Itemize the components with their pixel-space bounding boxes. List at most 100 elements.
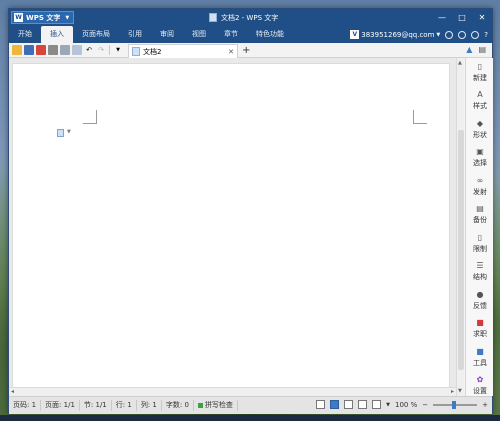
link-icon: ∞ bbox=[476, 175, 484, 185]
select-icon: ▣ bbox=[476, 147, 484, 157]
zoom-level[interactable]: 100 % bbox=[395, 401, 417, 409]
document-icon bbox=[209, 13, 217, 22]
scroll-left-icon[interactable]: ◂ bbox=[11, 388, 14, 395]
taskpane-feedback[interactable]: ● 反馈 bbox=[466, 286, 494, 315]
new-tab-button[interactable]: + bbox=[242, 45, 250, 56]
horizontal-scrollbar[interactable]: ◂ ▸ bbox=[9, 387, 456, 396]
chevron-down-icon: ▼ bbox=[67, 129, 71, 135]
taskpane-backup[interactable]: ▤ 备份 bbox=[466, 201, 494, 230]
taskpane-job[interactable]: ■ 求职 bbox=[466, 315, 494, 344]
status-words[interactable]: 字数: 0 bbox=[162, 400, 194, 411]
taskpane-label: 发射 bbox=[473, 187, 487, 196]
status-bar: 页码: 1 页面: 1/1 节: 1/1 行: 1 列: 1 字数: 0 拼写检… bbox=[9, 396, 492, 414]
taskpane-label: 限制 bbox=[473, 244, 487, 253]
check-icon bbox=[197, 403, 203, 408]
status-pages: 页面: 1/1 bbox=[41, 400, 80, 411]
scroll-right-icon[interactable]: ▸ bbox=[451, 388, 454, 395]
document-area: ▼ bbox=[9, 58, 456, 396]
paragraph-options-icon[interactable] bbox=[57, 129, 64, 137]
taskpane-label: 工具 bbox=[473, 358, 487, 367]
window-title: 文档2 - WPS 文字 bbox=[209, 9, 278, 26]
collapse-ribbon-icon[interactable] bbox=[471, 30, 480, 39]
spellcheck-label: 拼写检查 bbox=[204, 401, 233, 409]
taskpane-label: 设置 bbox=[473, 387, 487, 396]
close-button[interactable]: ✕ bbox=[472, 9, 492, 26]
page-view-icon[interactable] bbox=[330, 400, 340, 409]
open-folder-icon[interactable] bbox=[12, 45, 22, 55]
zoom-slider[interactable] bbox=[433, 400, 478, 409]
taskpane-new[interactable]: ▯ 新建 bbox=[466, 58, 494, 87]
taskpane-style[interactable]: A 样式 bbox=[466, 87, 494, 116]
menu-view[interactable]: 视图 bbox=[183, 26, 215, 43]
document-page[interactable]: ▼ bbox=[12, 63, 450, 396]
user-account[interactable]: V 383951269@qq.com ▼ bbox=[350, 30, 440, 39]
status-col: 列: 1 bbox=[137, 400, 162, 411]
taskpane-structure[interactable]: ☰ 结构 bbox=[466, 258, 494, 287]
menu-references[interactable]: 引用 bbox=[119, 26, 151, 43]
job-icon: ■ bbox=[476, 318, 484, 328]
title-bar: W WPS 文字 ▼ 文档2 - WPS 文字 — □ ✕ bbox=[9, 9, 492, 26]
taskpane-select[interactable]: ▣ 选择 bbox=[466, 144, 494, 173]
spellcheck-toggle[interactable]: 拼写检查 bbox=[194, 400, 238, 411]
settings-icon: ✿ bbox=[476, 375, 484, 385]
taskpane-send[interactable]: ∞ 发射 bbox=[466, 172, 494, 201]
scroll-up-icon[interactable]: ▲ bbox=[458, 60, 462, 66]
menu-right: V 383951269@qq.com ▼ ? bbox=[350, 26, 488, 43]
scroll-thumb[interactable] bbox=[458, 130, 464, 370]
menu-chapter[interactable]: 章节 bbox=[215, 26, 247, 43]
print-icon[interactable] bbox=[48, 45, 58, 55]
skin-icon[interactable] bbox=[445, 30, 454, 39]
taskpane-tools[interactable]: ■ 工具 bbox=[466, 343, 494, 372]
app-menu-button[interactable]: W WPS 文字 ▼ bbox=[11, 11, 75, 24]
zoom-out-icon[interactable]: − bbox=[422, 401, 428, 409]
task-pane: ▯ 新建 A 样式 ◆ 形状 ▣ 选择 ∞ 发射 ▤ 备份 ▯ 限制 ☰ 结构 bbox=[465, 58, 493, 396]
style-icon: A bbox=[477, 90, 483, 100]
eye-protect-icon[interactable] bbox=[316, 400, 326, 409]
reading-view-icon[interactable] bbox=[344, 400, 354, 409]
help-button[interactable]: ? bbox=[484, 31, 488, 39]
wps-window: W WPS 文字 ▼ 文档2 - WPS 文字 — □ ✕ 开始 插入 页面布局… bbox=[8, 8, 493, 414]
taskpane-restrict[interactable]: ▯ 限制 bbox=[466, 229, 494, 258]
close-tab-icon[interactable]: ✕ bbox=[228, 48, 234, 56]
window-controls: — □ ✕ bbox=[432, 9, 492, 26]
maximize-button[interactable]: □ bbox=[452, 9, 472, 26]
quick-access-toolbar: ↶ ↷ ▼ 文档2 ✕ + ▲ ▤ bbox=[9, 43, 492, 58]
vertical-scrollbar[interactable]: ▲ ▼ bbox=[456, 58, 464, 396]
status-right: ▼ 100 % − + bbox=[316, 400, 488, 409]
layout-icon[interactable]: ▤ bbox=[478, 45, 486, 54]
save-icon[interactable] bbox=[24, 45, 34, 55]
menu-review[interactable]: 审阅 bbox=[151, 26, 183, 43]
tools-icon: ■ bbox=[476, 346, 484, 356]
web-view-icon[interactable] bbox=[372, 400, 382, 409]
redo-icon[interactable]: ↷ bbox=[96, 45, 106, 55]
menu-special[interactable]: 特色功能 bbox=[247, 26, 293, 43]
taskpane-label: 反馈 bbox=[473, 301, 487, 310]
taskpane-label: 备份 bbox=[473, 216, 487, 225]
export-pdf-icon[interactable] bbox=[36, 45, 46, 55]
structure-icon: ☰ bbox=[476, 261, 484, 271]
zoom-slider-thumb[interactable] bbox=[452, 400, 457, 409]
taskpane-label: 样式 bbox=[473, 102, 487, 111]
menu-page-layout[interactable]: 页面布局 bbox=[73, 26, 119, 43]
chevron-down-icon[interactable]: ▼ bbox=[386, 402, 390, 408]
spellcheck-icon[interactable] bbox=[72, 45, 82, 55]
undo-icon[interactable]: ↶ bbox=[84, 45, 94, 55]
menu-start[interactable]: 开始 bbox=[9, 26, 41, 43]
outline-view-icon[interactable] bbox=[358, 400, 368, 409]
backup-icon: ▤ bbox=[476, 204, 484, 214]
status-section: 节: 1/1 bbox=[80, 400, 112, 411]
scroll-down-icon[interactable]: ▼ bbox=[458, 388, 462, 394]
taskpane-shape[interactable]: ◆ 形状 bbox=[466, 115, 494, 144]
menu-bar: 开始 插入 页面布局 引用 审阅 视图 章节 特色功能 V 383951269@… bbox=[9, 26, 492, 43]
customize-dropdown-icon[interactable]: ▼ bbox=[113, 45, 123, 55]
zoom-in-icon[interactable]: + bbox=[482, 401, 488, 409]
minimize-button[interactable]: — bbox=[432, 9, 452, 26]
menu-insert[interactable]: 插入 bbox=[41, 26, 73, 43]
tab-document[interactable]: 文档2 ✕ bbox=[128, 44, 238, 58]
sync-icon[interactable] bbox=[458, 30, 467, 39]
status-page: 页码: 1 bbox=[9, 400, 42, 411]
vip-icon: V bbox=[350, 30, 360, 39]
margin-marker-top-right bbox=[413, 110, 427, 124]
print-preview-icon[interactable] bbox=[60, 45, 70, 55]
cloud-icon[interactable]: ▲ bbox=[466, 45, 472, 54]
